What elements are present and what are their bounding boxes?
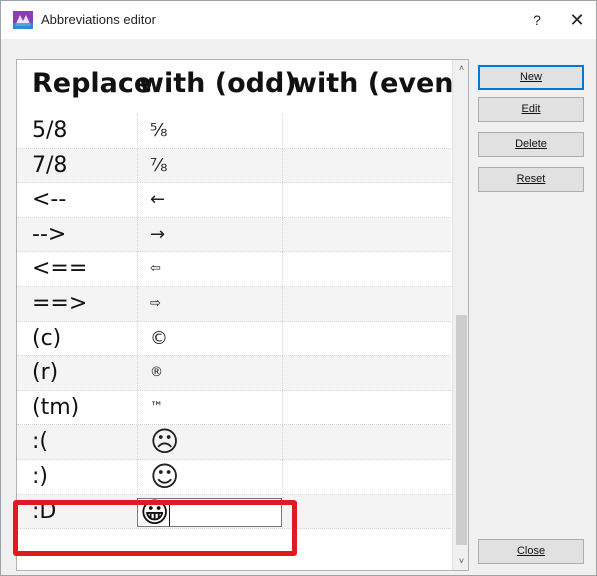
grid-rows: 5/8 ⅝ 7/8 ⅞ <-- ← --> → <== ⇦ ==> ⇨ (c) … (17, 114, 451, 530)
with-odd-cell[interactable]: ⅝ (137, 114, 283, 148)
replace-cell[interactable]: (tm) (32, 391, 136, 425)
with-even-cell[interactable] (284, 425, 451, 459)
with-odd-cell[interactable]: → (137, 217, 283, 252)
vertical-scrollbar[interactable]: ˄ ˅ (452, 60, 468, 570)
replace-cell[interactable]: --> (32, 218, 136, 252)
table-row[interactable]: 5/8 ⅝ (17, 114, 451, 149)
table-row[interactable]: <== ⇦ (17, 252, 451, 287)
reset-button[interactable]: Reset (478, 167, 584, 192)
table-row[interactable]: <-- ← (17, 183, 451, 218)
edit-button[interactable]: Edit (478, 97, 584, 122)
replace-cell[interactable]: <-- (32, 183, 136, 217)
with-odd-cell[interactable]: ™ (137, 390, 283, 425)
new-button[interactable]: New (478, 65, 584, 90)
table-row[interactable]: :( ☹ (17, 425, 451, 460)
with-even-cell[interactable] (284, 183, 451, 217)
with-even-cell[interactable] (284, 287, 451, 321)
close-window-button[interactable]: ✕ (565, 8, 589, 32)
replace-cell[interactable]: <== (32, 252, 136, 286)
replace-cell[interactable]: 7/8 (32, 149, 136, 183)
replace-cell[interactable]: 5/8 (32, 114, 136, 148)
abbreviations-editor-window: Abbreviations editor ? ✕ Replace with (o… (0, 0, 597, 576)
with-odd-cell[interactable]: ☺ (137, 459, 283, 494)
table-row[interactable]: (tm) ™ (17, 390, 451, 426)
app-icon (13, 11, 33, 29)
title-bar: Abbreviations editor ? ✕ (1, 1, 596, 39)
header-replace[interactable]: Replace (32, 68, 152, 99)
replace-cell[interactable]: :( (32, 425, 136, 459)
table-row[interactable]: :) ☺ (17, 459, 451, 495)
with-odd-cell[interactable]: ☹ (137, 425, 283, 459)
abbreviations-grid[interactable]: Replace with (odd) with (even) 5/8 ⅝ 7/8… (16, 59, 469, 571)
with-even-cell[interactable] (284, 391, 451, 425)
with-even-cell[interactable] (284, 149, 451, 183)
with-even-cell[interactable] (284, 495, 451, 529)
with-odd-cell[interactable]: ← (137, 183, 283, 217)
with-even-cell[interactable] (284, 114, 451, 148)
highlight-annotation-box (13, 500, 297, 556)
table-row[interactable]: (c) © (17, 321, 451, 357)
with-odd-cell[interactable]: ® (137, 356, 283, 390)
scroll-thumb[interactable] (456, 315, 467, 545)
with-even-cell[interactable] (284, 322, 451, 356)
with-even-cell[interactable] (284, 252, 451, 286)
window-title: Abbreviations editor (41, 12, 156, 27)
close-button[interactable]: Close (478, 539, 584, 564)
header-with-odd[interactable]: with (odd) (139, 68, 297, 99)
with-odd-cell[interactable]: ⇦ (137, 252, 283, 286)
scroll-up-arrow-icon[interactable]: ˄ (453, 60, 468, 77)
with-even-cell[interactable] (284, 218, 451, 252)
replace-cell[interactable]: ==> (32, 287, 136, 321)
with-odd-cell[interactable]: © (137, 321, 283, 356)
table-row[interactable]: ==> ⇨ (17, 286, 451, 322)
with-even-cell[interactable] (284, 460, 451, 494)
replace-cell[interactable]: :) (32, 460, 136, 494)
grid-header: Replace with (odd) with (even) (17, 60, 466, 102)
replace-cell[interactable]: (r) (32, 356, 136, 390)
with-even-cell[interactable] (284, 356, 451, 390)
table-row[interactable]: --> → (17, 217, 451, 253)
header-with-even[interactable]: with (even) (292, 68, 466, 99)
scroll-down-arrow-icon[interactable]: ˅ (453, 553, 468, 570)
replace-cell[interactable]: (c) (32, 322, 136, 356)
table-row[interactable]: 7/8 ⅞ (17, 148, 451, 184)
help-button[interactable]: ? (525, 9, 549, 31)
with-odd-cell[interactable]: ⇨ (137, 286, 283, 321)
with-odd-cell[interactable]: ⅞ (137, 148, 283, 183)
table-row[interactable]: (r) ® (17, 356, 451, 391)
delete-button[interactable]: Delete (478, 132, 584, 157)
